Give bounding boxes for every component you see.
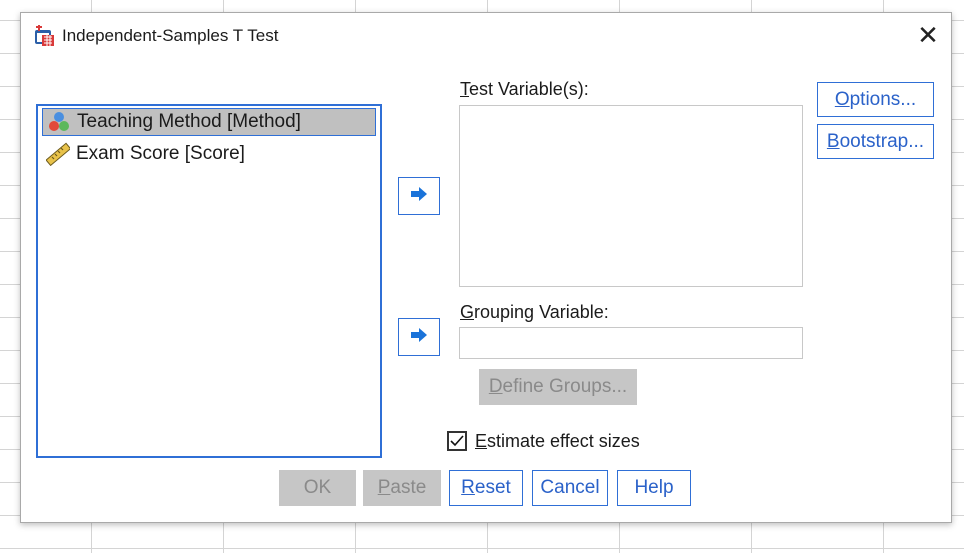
dialog-title: Independent-Samples T Test xyxy=(62,26,279,45)
source-variable-list[interactable]: Teaching Method [Method] Exam Score [Sco… xyxy=(36,104,382,458)
cancel-button[interactable]: Cancel xyxy=(532,470,608,506)
move-to-grouping-variable-button[interactable] xyxy=(398,318,440,356)
grouping-variable-label: Grouping Variable: xyxy=(460,302,609,322)
close-button[interactable]: ✕ xyxy=(913,21,943,51)
test-variables-label: Test Variable(s): xyxy=(460,79,589,99)
grouping-variable-field[interactable] xyxy=(459,327,803,359)
help-button[interactable]: Help xyxy=(617,470,691,506)
list-item-label: Teaching Method [Method] xyxy=(77,111,301,132)
reset-button[interactable]: Reset xyxy=(449,470,523,506)
paste-button[interactable]: Paste xyxy=(363,470,441,506)
checkmark-icon xyxy=(450,435,464,447)
nominal-variable-icon xyxy=(47,110,71,134)
test-variables-list[interactable] xyxy=(459,105,803,287)
ok-button[interactable]: OK xyxy=(279,470,356,506)
estimate-effect-sizes-checkbox[interactable] xyxy=(447,431,467,451)
right-arrow-icon xyxy=(409,327,429,348)
list-item-teaching-method[interactable]: Teaching Method [Method] xyxy=(42,108,376,136)
independent-samples-t-test-dialog: Independent-Samples T Test ✕ Teaching Me… xyxy=(20,12,952,523)
scale-ruler-icon xyxy=(45,142,72,167)
close-icon: ✕ xyxy=(917,20,939,50)
move-to-test-variables-button[interactable] xyxy=(398,177,440,215)
list-item-exam-score[interactable]: Exam Score [Score] xyxy=(42,140,376,168)
t-test-dialog-icon xyxy=(33,24,57,48)
options-button[interactable]: Options... xyxy=(817,82,934,117)
right-arrow-icon xyxy=(409,186,429,207)
define-groups-button[interactable]: Define Groups... xyxy=(479,369,637,405)
bootstrap-button[interactable]: Bootstrap... xyxy=(817,124,934,159)
estimate-effect-sizes-label[interactable]: Estimate effect sizes xyxy=(475,431,640,452)
list-item-label: Exam Score [Score] xyxy=(76,143,245,164)
